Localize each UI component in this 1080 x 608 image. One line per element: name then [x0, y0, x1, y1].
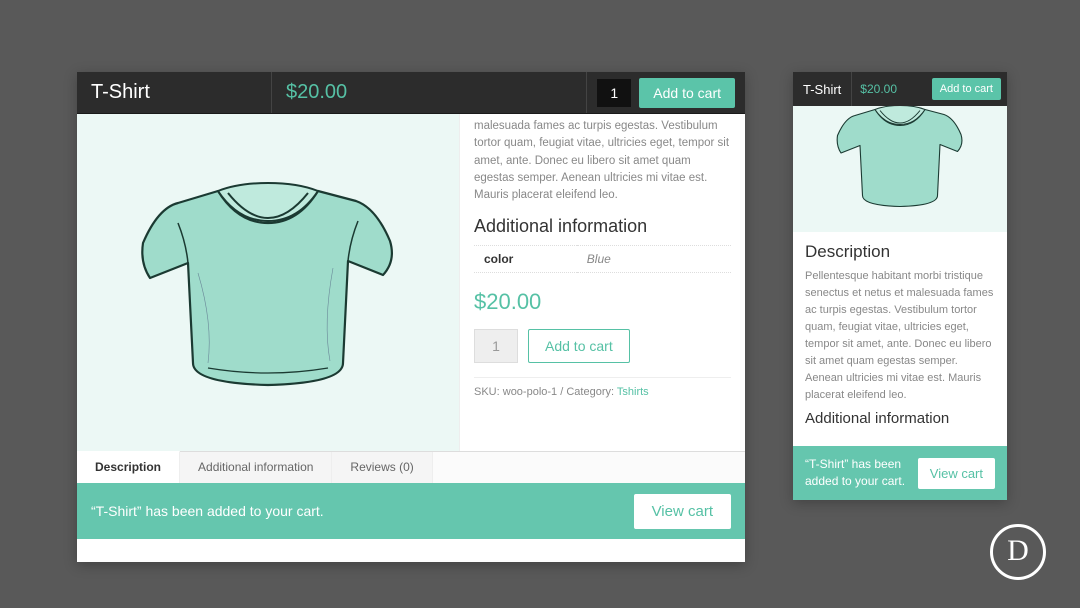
product-gallery[interactable] [793, 106, 1007, 232]
category-link[interactable]: Tshirts [617, 386, 649, 398]
sticky-add-to-cart-button[interactable]: Add to cart [639, 78, 735, 108]
cart-notice: “T-Shirt” has been added to your cart. V… [793, 446, 1007, 500]
sticky-cart-controls: Add to cart [587, 72, 745, 113]
cart-notice-message: “T-Shirt” has been added to your cart. [91, 503, 324, 519]
tshirt-image [118, 153, 418, 413]
tab-additional-information[interactable]: Additional information [180, 452, 332, 483]
sku-label: SKU: [474, 386, 500, 398]
desktop-preview: T-Shirt $20.00 Add to cart malesuada fam… [77, 72, 745, 562]
tshirt-image [825, 106, 975, 223]
product-content: Description Pellentesque habitant morbi … [793, 232, 1007, 446]
short-description-partial: malesuada fames ac turpis egestas. Vesti… [474, 118, 731, 204]
product-tabs: Description Additional information Revie… [77, 451, 745, 483]
sticky-product-price: $20.00 [852, 82, 926, 96]
sticky-product-title: T-Shirt [77, 72, 272, 113]
tab-description[interactable]: Description [77, 451, 180, 483]
logo-letter: D [1007, 536, 1029, 566]
product-gallery[interactable] [77, 114, 460, 451]
cart-notice: “T-Shirt” has been added to your cart. V… [77, 483, 745, 539]
view-cart-button[interactable]: View cart [634, 494, 731, 529]
attr-value: Blue [577, 246, 731, 273]
product-meta: SKU: woo-polo-1 / Category: Tshirts [474, 377, 731, 398]
product-price: $20.00 [474, 289, 731, 315]
divi-logo-icon: D [990, 524, 1046, 580]
quantity-input[interactable] [474, 329, 518, 363]
description-heading: Description [805, 242, 995, 262]
sticky-product-price: $20.00 [272, 72, 587, 113]
category-label: Category: [566, 386, 614, 398]
additional-info-heading: Additional information [805, 410, 995, 427]
description-text: Pellentesque habitant morbi tristique se… [805, 268, 995, 404]
sticky-add-to-cart-button[interactable]: Add to cart [932, 78, 1001, 100]
cart-notice-message: “T-Shirt” has been added to your cart. [805, 456, 910, 490]
product-details: malesuada fames ac turpis egestas. Vesti… [460, 114, 745, 451]
add-to-cart-form: Add to cart [474, 329, 731, 363]
table-row: color Blue [474, 246, 731, 273]
attributes-table: color Blue [474, 245, 731, 273]
sticky-add-to-cart-bar: T-Shirt $20.00 Add to cart [77, 72, 745, 114]
additional-info-heading: Additional information [474, 216, 731, 237]
mobile-preview: T-Shirt $20.00 Add to cart Description P… [793, 72, 1007, 500]
sticky-add-to-cart-bar: T-Shirt $20.00 Add to cart [793, 72, 1007, 106]
sku-value: woo-polo-1 [503, 386, 557, 398]
attr-name: color [474, 246, 577, 273]
view-cart-button[interactable]: View cart [918, 458, 995, 489]
product-body: malesuada fames ac turpis egestas. Vesti… [77, 114, 745, 451]
tab-reviews[interactable]: Reviews (0) [332, 452, 432, 483]
sticky-quantity-input[interactable] [597, 79, 631, 107]
add-to-cart-button[interactable]: Add to cart [528, 329, 630, 363]
sticky-product-title: T-Shirt [793, 72, 852, 106]
